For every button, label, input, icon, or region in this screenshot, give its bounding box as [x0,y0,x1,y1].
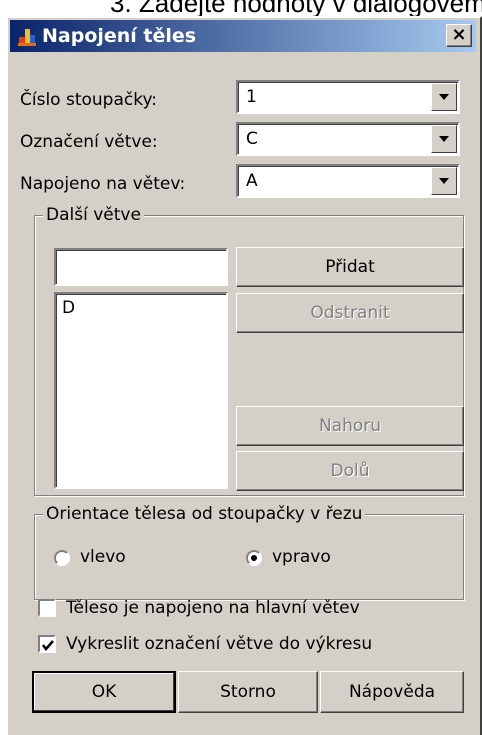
connection-dialog: Napojení těles × Číslo stoupačky: 1 Ozna… [6,16,482,735]
dropdown-arrow-icon[interactable] [431,83,457,111]
dropdown-arrow-icon[interactable] [431,167,457,195]
list-item[interactable]: D [56,294,226,322]
connected-branch-label: Napojeno na větev: [20,174,186,194]
orientation-title: Orientace tělesa od stoupačky v řezu [43,503,366,525]
left-radio-label[interactable]: vlevo [80,547,126,567]
ok-button[interactable]: OK [32,671,176,713]
branch-label-label: Označení větve: [20,132,158,152]
riser-number-select[interactable]: 1 [236,80,460,114]
riser-number-value: 1 [246,87,257,107]
move-up-button[interactable]: Nahoru [236,406,464,446]
right-radio[interactable] [246,550,262,566]
main-branch-checkbox[interactable] [38,599,56,617]
cancel-button[interactable]: Storno [178,671,318,713]
left-radio[interactable] [54,550,70,566]
right-radio-label[interactable]: vpravo [272,547,331,567]
add-button[interactable]: Přidat [236,247,464,287]
close-button[interactable]: × [446,24,472,47]
branch-name-input[interactable] [54,248,228,286]
connected-branch-value: A [246,171,258,191]
move-down-button[interactable]: Dolů [236,451,464,491]
branches-list[interactable]: D [54,292,228,489]
draw-branch-label-checkbox-label[interactable]: Vykreslit označení větve do výkresu [66,634,372,654]
help-button[interactable]: Nápověda [320,671,464,713]
branch-label-select[interactable]: C [236,122,460,156]
close-icon: × [451,24,467,45]
draw-branch-label-checkbox[interactable] [38,635,56,653]
other-branches-title: Další větve [43,204,144,226]
connected-branch-select[interactable]: A [236,164,460,198]
title-bar[interactable]: Napojení těles × [10,20,476,52]
checkmark-icon [42,640,54,651]
main-branch-checkbox-label[interactable]: Těleso je napojeno na hlavní větev [66,598,360,618]
riser-number-label: Číslo stoupačky: [20,90,158,110]
remove-button[interactable]: Odstranit [236,293,464,333]
dropdown-arrow-icon[interactable] [431,125,457,153]
app-icon [16,25,38,47]
branch-label-value: C [246,129,258,149]
window-title: Napojení těles [42,25,197,47]
